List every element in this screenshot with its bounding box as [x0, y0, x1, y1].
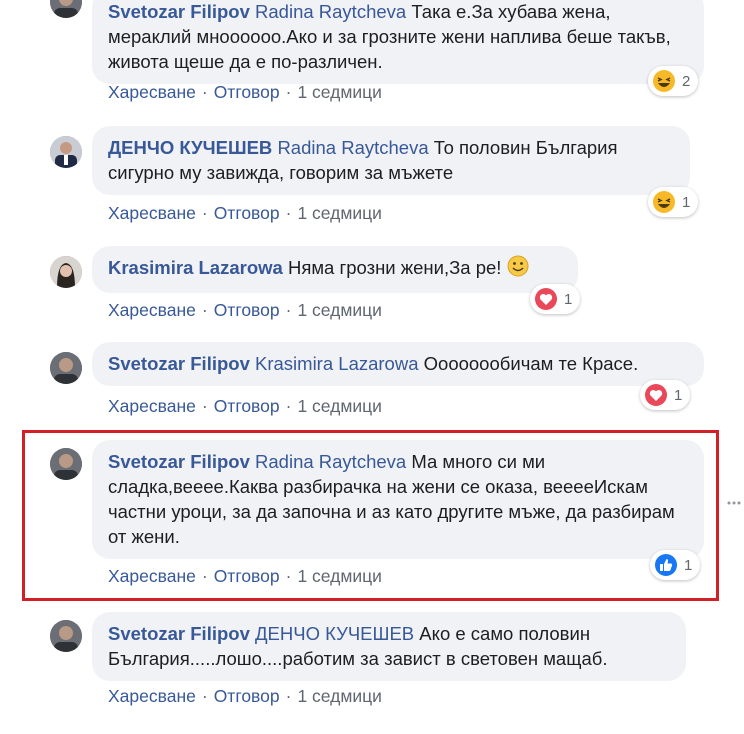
like-link[interactable]: Харесване	[108, 300, 196, 320]
comment-author[interactable]: Krasimira Lazarowa	[108, 257, 283, 278]
separator: ·	[285, 686, 292, 706]
love-reaction-icon	[644, 383, 668, 407]
timestamp[interactable]: 1 седмици	[297, 686, 382, 706]
separator: ·	[285, 82, 292, 102]
reply-link[interactable]: Отговор	[214, 686, 280, 706]
comment-text: Няма грозни жени,За ре!	[287, 257, 502, 278]
comment-bubble: Krasimira Lazarowa Няма грозни жени,За р…	[92, 246, 578, 293]
comment-actions: Харесване · Отговор · 1 седмици	[108, 203, 382, 224]
avatar[interactable]	[50, 136, 82, 168]
separator: ·	[285, 396, 292, 416]
comment-bubble: Svetozar Filipov Krasimira Lazarowa Оооо…	[92, 342, 704, 386]
comment-mention[interactable]: Radina Raytcheva	[255, 1, 406, 22]
reply-link[interactable]: Отговор	[214, 203, 280, 223]
haha-reaction-icon	[652, 69, 676, 93]
comment-author[interactable]: Svetozar Filipov	[108, 353, 250, 374]
separator: ·	[285, 203, 292, 223]
highlight-frame	[22, 430, 719, 601]
separator: ·	[201, 686, 208, 706]
comment-actions: Харесване · Отговор · 1 седмици	[108, 396, 382, 417]
timestamp[interactable]: 1 седмици	[297, 300, 382, 320]
love-reaction-icon	[534, 287, 558, 311]
comment-author[interactable]: Svetozar Filipov	[108, 623, 250, 644]
comment-mention[interactable]: ДЕНЧО КУЧЕШЕВ	[255, 623, 414, 644]
timestamp[interactable]: 1 седмици	[297, 203, 382, 223]
more-options-icon[interactable]	[727, 493, 741, 505]
timestamp[interactable]: 1 седмици	[297, 396, 382, 416]
comment-actions: Харесване · Отговор · 1 седмици	[108, 82, 382, 103]
comment-actions: Харесване · Отговор · 1 седмици	[108, 300, 382, 321]
reaction-badge[interactable]: 1	[640, 380, 691, 410]
separator: ·	[201, 82, 208, 102]
comment-actions: Харесване · Отговор · 1 седмици	[108, 686, 382, 707]
comment-text: Оооооообичам те Красе.	[423, 353, 639, 374]
reaction-badge[interactable]: 2	[648, 66, 699, 96]
comment-mention[interactable]: Radina Raytcheva	[277, 137, 428, 158]
like-link[interactable]: Харесване	[108, 686, 196, 706]
like-link[interactable]: Харесване	[108, 396, 196, 416]
comment-mention[interactable]: Krasimira Lazarowa	[255, 353, 418, 374]
comment-bubble: Svetozar Filipov ДЕНЧО КУЧЕШЕВ Ако е сам…	[92, 612, 686, 681]
comment-author[interactable]: Svetozar Filipov	[108, 1, 250, 22]
reaction-badge[interactable]: 1	[648, 187, 699, 217]
reaction-count: 1	[564, 290, 573, 308]
haha-reaction-icon	[652, 190, 676, 214]
avatar[interactable]	[50, 0, 82, 18]
separator: ·	[201, 396, 208, 416]
smiley-emoji-icon	[507, 255, 529, 283]
like-link[interactable]: Харесване	[108, 82, 196, 102]
reaction-count: 1	[674, 386, 683, 404]
separator: ·	[285, 300, 292, 320]
reaction-count: 2	[682, 72, 691, 90]
avatar[interactable]	[50, 352, 82, 384]
comment-bubble: ДЕНЧО КУЧЕШЕВ Radina Raytcheva То полови…	[92, 126, 690, 195]
reaction-badge[interactable]: 1	[530, 284, 581, 314]
separator: ·	[201, 203, 208, 223]
timestamp[interactable]: 1 седмици	[297, 82, 382, 102]
separator: ·	[201, 300, 208, 320]
comment-author[interactable]: ДЕНЧО КУЧЕШЕВ	[108, 137, 272, 158]
reply-link[interactable]: Отговор	[214, 82, 280, 102]
like-link[interactable]: Харесване	[108, 203, 196, 223]
reply-link[interactable]: Отговор	[214, 300, 280, 320]
avatar[interactable]	[50, 256, 82, 288]
comment-bubble: Svetozar Filipov Radina Raytcheva Така е…	[92, 0, 704, 84]
reaction-count: 1	[682, 193, 691, 211]
reply-link[interactable]: Отговор	[214, 396, 280, 416]
avatar[interactable]	[50, 620, 82, 652]
